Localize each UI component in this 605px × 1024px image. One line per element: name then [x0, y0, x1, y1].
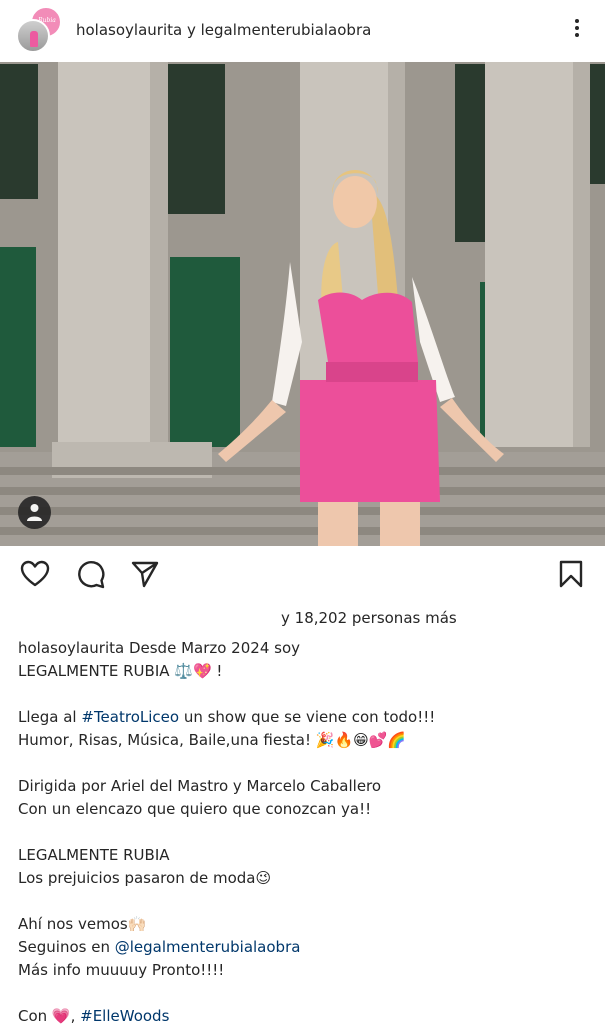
caption-line: Con un elencazo que quiero que conozcan … [18, 798, 588, 821]
caption-text: Con un elencazo que quiero que conozcan … [18, 800, 372, 818]
caption-text: Los prejuicios pasaron de moda😉 [18, 869, 272, 887]
collab-avatars[interactable]: Rubia [16, 6, 64, 54]
caption-text: LEGALMENTE RUBIA [18, 846, 170, 864]
user-tag-icon[interactable] [18, 496, 51, 529]
caption-line: LEGALMENTE RUBIA [18, 844, 588, 867]
more-options-icon[interactable] [566, 16, 588, 42]
caption-line: Con 💗, #ElleWoods [18, 1005, 588, 1024]
caption-text: holasoylaurita [18, 639, 125, 657]
comment-icon[interactable] [74, 558, 106, 590]
caption-text: un show que se viene con todo!!! [179, 708, 436, 726]
caption-text: Llega al [18, 708, 82, 726]
heart-icon[interactable] [19, 558, 51, 590]
caption-text: Dirigida por Ariel del Mastro y Marcelo … [18, 777, 382, 795]
caption-line: Ahí nos vemos🙌🏻 [18, 913, 588, 936]
caption-line: Humor, Risas, Música, Baile,una fiesta! … [18, 729, 588, 752]
avatar-holasoylaurita[interactable] [16, 19, 50, 53]
caption-line: Dirigida por Ariel del Mastro y Marcelo … [18, 775, 588, 798]
caption-text: LEGALMENTE RUBIA ⚖️💖 ! [18, 662, 223, 680]
caption-link[interactable]: #TeatroLiceo [81, 708, 179, 726]
caption-link[interactable]: @legalmenterubialaobra [115, 938, 301, 956]
caption-line: Más info muuuuy Pronto!!!! [18, 959, 588, 982]
caption-line: Los prejuicios pasaron de moda😉 [18, 867, 588, 890]
post-usernames[interactable]: holasoylaurita y legalmenterubialaobra [76, 21, 371, 39]
post-actions [0, 552, 605, 596]
send-icon[interactable] [129, 558, 161, 590]
caption-text: Desde Marzo 2024 soy [124, 639, 300, 657]
bookmark-icon[interactable] [555, 558, 587, 590]
caption-line: LEGALMENTE RUBIA ⚖️💖 ! [18, 660, 588, 683]
caption-line: holasoylaurita Desde Marzo 2024 soy [18, 637, 588, 660]
caption-link[interactable]: #ElleWoods [80, 1007, 169, 1024]
post-photo[interactable] [0, 62, 605, 546]
caption-text: Seguinos en [18, 938, 115, 956]
post-caption: holasoylaurita Desde Marzo 2024 soy LEGAL… [18, 637, 588, 1024]
caption-line: Seguinos en @legalmenterubialaobra [18, 936, 588, 959]
post-header: Rubia holasoylaurita y legalmenterubiala… [0, 0, 605, 62]
caption-line: Llega al #TeatroLiceo un show que se vie… [18, 706, 588, 729]
likes-count[interactable]: y 18,202 personas más [281, 609, 457, 627]
caption-text: Más info muuuuy Pronto!!!! [18, 961, 225, 979]
caption-text: Humor, Risas, Música, Baile,una fiesta! … [18, 731, 407, 749]
caption-text: Ahí nos vemos🙌🏻 [18, 915, 147, 933]
caption-text: Con 💗, [18, 1007, 81, 1024]
